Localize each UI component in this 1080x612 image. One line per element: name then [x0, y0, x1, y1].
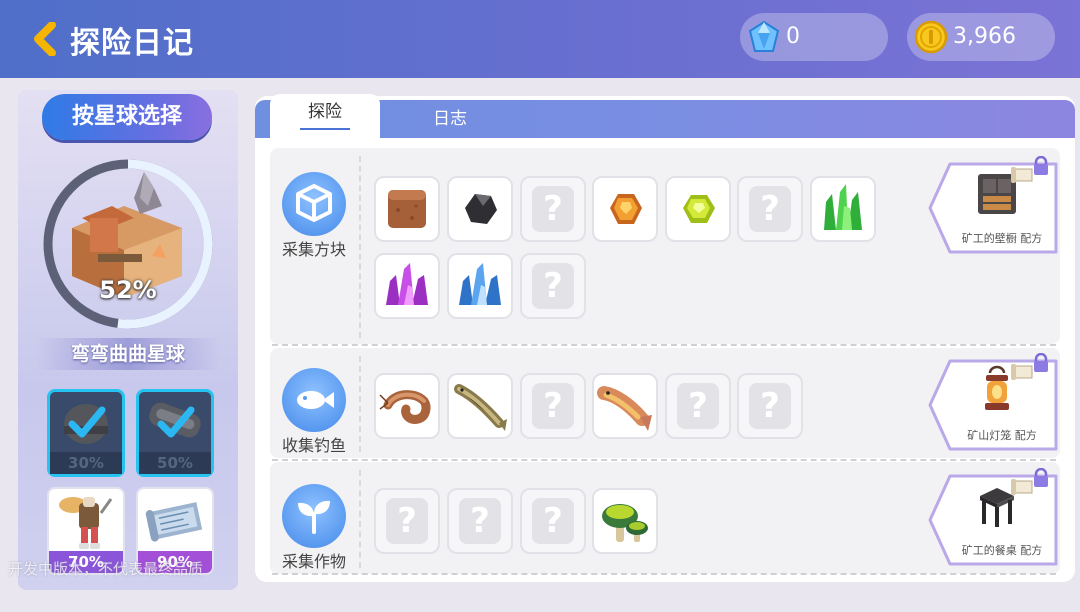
sprout-icon — [282, 484, 346, 548]
page-title: 探险日记 — [70, 26, 194, 61]
unknown-item-slot[interactable]: ? — [520, 373, 586, 439]
coin-counter[interactable]: 3,966 — [907, 13, 1055, 61]
loach-icon — [454, 384, 507, 431]
planet-progress-percent: 52% — [99, 276, 157, 304]
divider — [272, 573, 1056, 575]
diamond-icon — [748, 20, 780, 52]
tab-explore-label: 探险 — [308, 102, 342, 122]
green-gem-icon — [683, 195, 715, 223]
divider — [359, 356, 361, 452]
unknown-item-slot[interactable]: ? — [520, 488, 586, 554]
reward-30[interactable]: 30% — [47, 389, 125, 477]
dirt-block-icon — [388, 190, 426, 228]
section-label: 采集方块 — [281, 240, 346, 259]
recipe-label: 矿山灯笼 配方 — [967, 429, 1037, 442]
select-by-planet-button[interactable]: 按星球选择 — [42, 94, 212, 140]
section-label: 收集钓鱼 — [281, 436, 346, 455]
question-mark-icon: ? — [459, 498, 501, 544]
planet-name: 弯弯曲曲星球 — [36, 338, 220, 370]
tab-log[interactable]: 日志 — [410, 100, 490, 138]
reward-percent: 50% — [139, 452, 211, 474]
lock-icon — [1034, 156, 1048, 175]
planet-progress-ring[interactable] — [42, 158, 214, 330]
helmet-icon — [64, 404, 108, 444]
unknown-item-slot[interactable]: ? — [374, 488, 440, 554]
miner-outfit-icon — [59, 497, 113, 549]
reward-50[interactable]: 50% — [136, 389, 214, 477]
active-tab-underline — [300, 128, 350, 130]
lock-icon — [1034, 353, 1048, 372]
unknown-item-slot[interactable]: ? — [737, 176, 803, 242]
item-slot[interactable] — [374, 176, 440, 242]
item-slot[interactable] — [592, 488, 658, 554]
unknown-item-slot[interactable]: ? — [520, 253, 586, 319]
lock-icon — [1034, 468, 1048, 487]
recipe-card[interactable]: 矿工的餐桌 配方 — [928, 468, 1058, 568]
question-mark-icon: ? — [749, 383, 791, 429]
recipe-card[interactable]: 矿山灯笼 配方 — [928, 353, 1058, 453]
question-mark-icon: ? — [386, 498, 428, 544]
coin-icon — [914, 20, 948, 54]
item-slot[interactable] — [447, 253, 513, 319]
blue-crystal-icon — [459, 263, 501, 305]
question-mark-icon: ? — [532, 498, 574, 544]
item-slot[interactable] — [592, 176, 658, 242]
coin-count: 3,966 — [953, 24, 1016, 49]
question-mark-icon: ? — [677, 383, 719, 429]
cube-icon — [282, 172, 346, 236]
question-mark-icon: ? — [532, 383, 574, 429]
gem-counter[interactable]: 0 — [740, 13, 888, 61]
blueprint-icon — [145, 502, 203, 542]
item-slot[interactable] — [447, 373, 513, 439]
amber-ore-icon — [610, 194, 642, 224]
unknown-item-slot[interactable]: ? — [665, 373, 731, 439]
divider — [272, 344, 1056, 346]
divider — [272, 459, 1056, 461]
gem-count: 0 — [786, 24, 800, 49]
divider — [359, 156, 361, 338]
question-mark-icon: ? — [532, 186, 574, 232]
tab-explore[interactable]: 探险 — [270, 94, 380, 138]
question-mark-icon: ? — [749, 186, 791, 232]
recipe-card[interactable]: 矿工的壁橱 配方 — [928, 156, 1058, 256]
trout-icon — [597, 386, 652, 431]
back-arrow-icon[interactable] — [30, 21, 60, 57]
item-slot[interactable] — [374, 253, 440, 319]
item-slot[interactable] — [810, 176, 876, 242]
item-slot[interactable] — [665, 176, 731, 242]
dev-watermark: 开发中版本，不代表最终品质 — [8, 560, 204, 578]
conveyor-icon — [149, 402, 201, 438]
fish-icon — [282, 368, 346, 432]
section-label: 采集作物 — [281, 552, 346, 571]
shrimp-icon — [379, 390, 431, 424]
mushroom-icon — [602, 504, 648, 542]
unknown-item-slot[interactable]: ? — [447, 488, 513, 554]
green-crystal-icon — [824, 184, 862, 230]
item-slot[interactable] — [592, 373, 658, 439]
item-slot[interactable] — [447, 176, 513, 242]
recipe-label: 矿工的餐桌 配方 — [961, 544, 1043, 557]
unknown-item-slot[interactable]: ? — [520, 176, 586, 242]
recipe-label: 矿工的壁橱 配方 — [961, 232, 1043, 245]
unknown-item-slot[interactable]: ? — [737, 373, 803, 439]
coal-icon — [465, 194, 497, 224]
reward-percent: 30% — [50, 452, 122, 474]
divider — [359, 470, 361, 568]
question-mark-icon: ? — [532, 263, 574, 309]
purple-crystal-icon — [386, 263, 428, 305]
item-slot[interactable] — [374, 373, 440, 439]
